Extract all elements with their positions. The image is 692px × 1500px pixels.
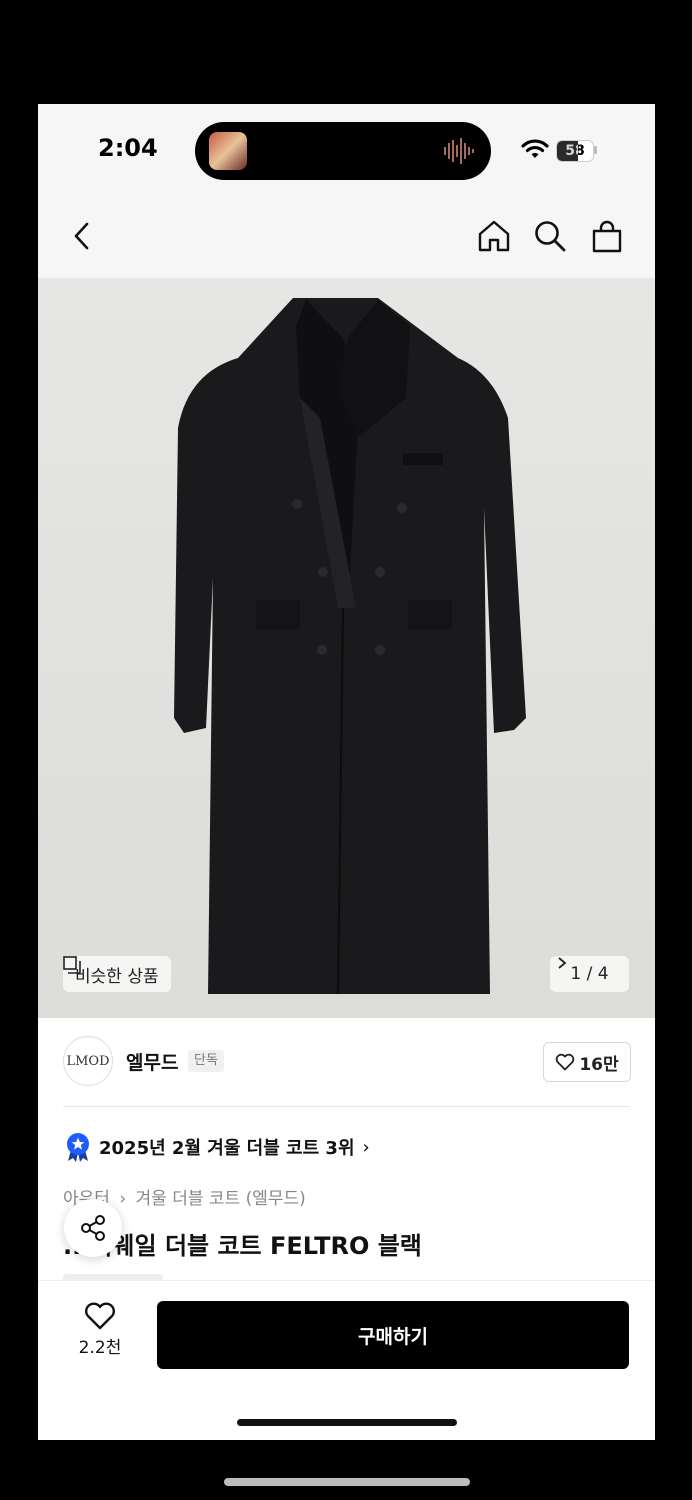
status-time: 2:04 [98, 134, 158, 162]
brand-like-count: 16만 [579, 1054, 619, 1075]
share-icon [81, 1215, 105, 1241]
outer-home-indicator [224, 1478, 470, 1486]
phone-screen: 2:04 58 비슷한 상품 1 / 4 LMOD 엘무드 단독 16만 202… [38, 104, 655, 1440]
now-playing-artwork [209, 132, 247, 170]
ranking-link[interactable]: 2025년 2월 겨울 더블 코트 3위 › [65, 1132, 370, 1162]
shopping-bag-icon[interactable] [589, 218, 625, 254]
ranking-chevron: › [362, 1136, 370, 1158]
battery-cap [594, 146, 597, 154]
bottom-action-bar: 2.2천 구매하기 [38, 1280, 655, 1440]
breadcrumb-separator: › [119, 1189, 127, 1209]
image-pager[interactable]: 1 / 4 [550, 956, 629, 992]
dynamic-island[interactable] [195, 122, 491, 180]
share-button[interactable] [64, 1199, 122, 1257]
breadcrumb-sub[interactable]: 겨울 더블 코트 (엘무드) [136, 1189, 306, 1209]
image-pager-text: 1 / 4 [570, 964, 609, 984]
similar-products-button[interactable]: 비슷한 상품 [63, 956, 171, 992]
search-icon[interactable] [532, 218, 568, 254]
top-navigation [38, 194, 655, 278]
chevron-right-icon [558, 957, 567, 969]
similar-products-label: 비슷한 상품 [75, 966, 159, 987]
ranking-text: 2025년 2월 겨울 더블 코트 3위 [99, 1138, 355, 1159]
product-image[interactable]: 비슷한 상품 1 / 4 [38, 278, 655, 1018]
battery-percent: 58 [565, 143, 585, 159]
wifi-icon [521, 139, 549, 158]
wishlist-count: 2.2천 [78, 1338, 122, 1358]
heart-icon [556, 1053, 575, 1071]
home-icon[interactable] [476, 218, 512, 254]
wishlist-button[interactable]: 2.2천 [70, 1301, 130, 1358]
similar-products-icon [63, 956, 81, 974]
home-indicator [237, 1419, 457, 1426]
brand-like-button[interactable]: 16만 [543, 1042, 631, 1082]
battery-indicator: 58 [556, 140, 594, 162]
ranking-star-icon [67, 1133, 89, 1162]
audio-wave-icon [444, 138, 474, 164]
buy-button[interactable]: 구매하기 [157, 1301, 629, 1369]
heart-icon [85, 1302, 115, 1330]
divider [63, 1106, 630, 1107]
exclusive-badge: 단독 [188, 1050, 224, 1072]
brand-logo-text: LMOD [66, 1053, 110, 1069]
brand-name[interactable]: 엘무드 [126, 1048, 178, 1075]
back-arrow-icon[interactable] [64, 218, 100, 254]
coat-illustration [174, 298, 526, 995]
brand-logo[interactable]: LMOD [63, 1036, 113, 1086]
status-bar: 2:04 58 [38, 104, 655, 194]
